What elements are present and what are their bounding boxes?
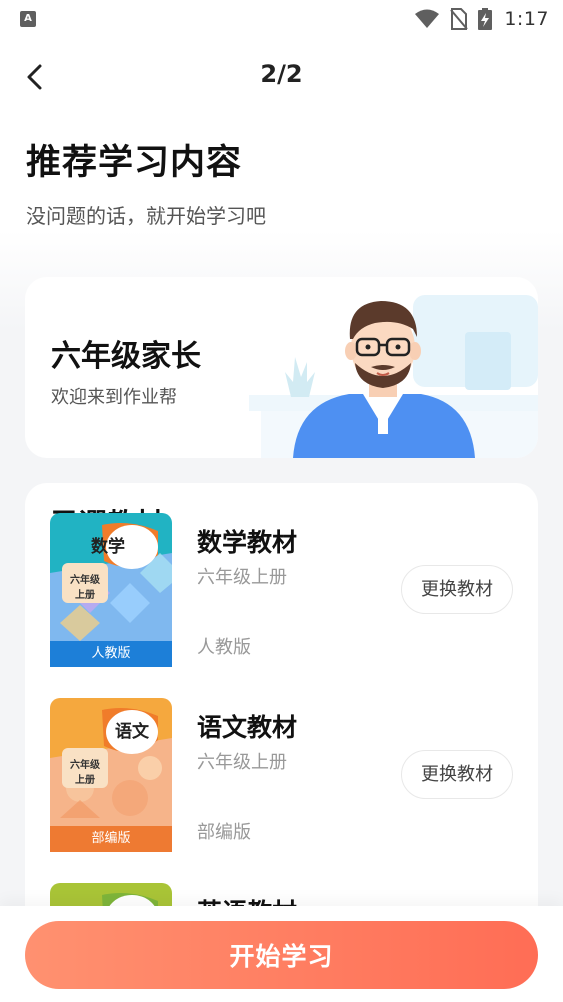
textbook-item-chinese: 语文 六年级 上册 部编版 语文教材 六年级上册 部编版 更换教材 bbox=[25, 698, 538, 852]
change-textbook-button[interactable]: 更换教材 bbox=[401, 750, 513, 799]
chinese-cover-grade-line2: 上册 bbox=[75, 775, 95, 786]
status-icons: 1:17 bbox=[404, 8, 549, 30]
chinese-cover-subject: 语文 bbox=[115, 722, 149, 742]
math-cover-grade-line2: 上册 bbox=[75, 590, 95, 601]
profile-name: 六年级家长 bbox=[51, 339, 201, 374]
battery-charging-icon bbox=[478, 8, 493, 30]
profile-greeting: 欢迎来到作业帮 bbox=[51, 387, 177, 408]
chinese-cover-grade-line1: 六年级 bbox=[70, 760, 100, 771]
bottom-action-bar: 开始学习 bbox=[0, 906, 563, 1002]
status-time: 1:17 bbox=[504, 8, 549, 30]
page-title: 推荐学习内容 bbox=[26, 143, 243, 183]
textbook-name: 语文教材 bbox=[197, 713, 298, 742]
start-learning-button[interactable]: 开始学习 bbox=[25, 921, 538, 989]
textbook-grade: 六年级上册 bbox=[197, 567, 287, 588]
chinese-cover-edition: 部编版 bbox=[91, 831, 131, 846]
math-cover-edition: 人教版 bbox=[91, 646, 131, 661]
textbook-item-math: 数学 六年级 上册 人教版 数学教材 六年级上册 人教版 更换教材 bbox=[25, 513, 538, 667]
page-indicator: 2/2 bbox=[260, 60, 303, 88]
app-notification-icon: A bbox=[20, 11, 36, 27]
change-textbook-button[interactable]: 更换教材 bbox=[401, 565, 513, 614]
math-cover-grade-line1: 六年级 bbox=[70, 575, 100, 586]
math-cover-grade: 六年级 上册 bbox=[63, 573, 107, 603]
textbook-grade: 六年级上册 bbox=[197, 752, 287, 773]
no-sim-icon bbox=[450, 8, 469, 30]
header: 2/2 bbox=[0, 50, 563, 104]
parent-avatar-illustration bbox=[249, 295, 538, 458]
math-cover-subject: 数学 bbox=[91, 537, 125, 557]
profile-card[interactable]: 六年级家长 欢迎来到作业帮 bbox=[25, 277, 538, 458]
page-subtitle: 没问题的话，就开始学习吧 bbox=[26, 204, 266, 228]
page: A 1:17 2/2 推荐学习内容 没问题的话，就开始学习吧 六年级家长 欢迎来… bbox=[0, 0, 563, 1002]
textbook-name: 数学教材 bbox=[197, 528, 298, 557]
chinese-cover-grade: 六年级 上册 bbox=[63, 758, 107, 788]
textbook-edition: 部编版 bbox=[197, 822, 251, 843]
textbook-edition: 人教版 bbox=[197, 637, 251, 658]
status-bar: A 1:17 bbox=[0, 0, 563, 38]
wifi-icon bbox=[415, 9, 440, 28]
